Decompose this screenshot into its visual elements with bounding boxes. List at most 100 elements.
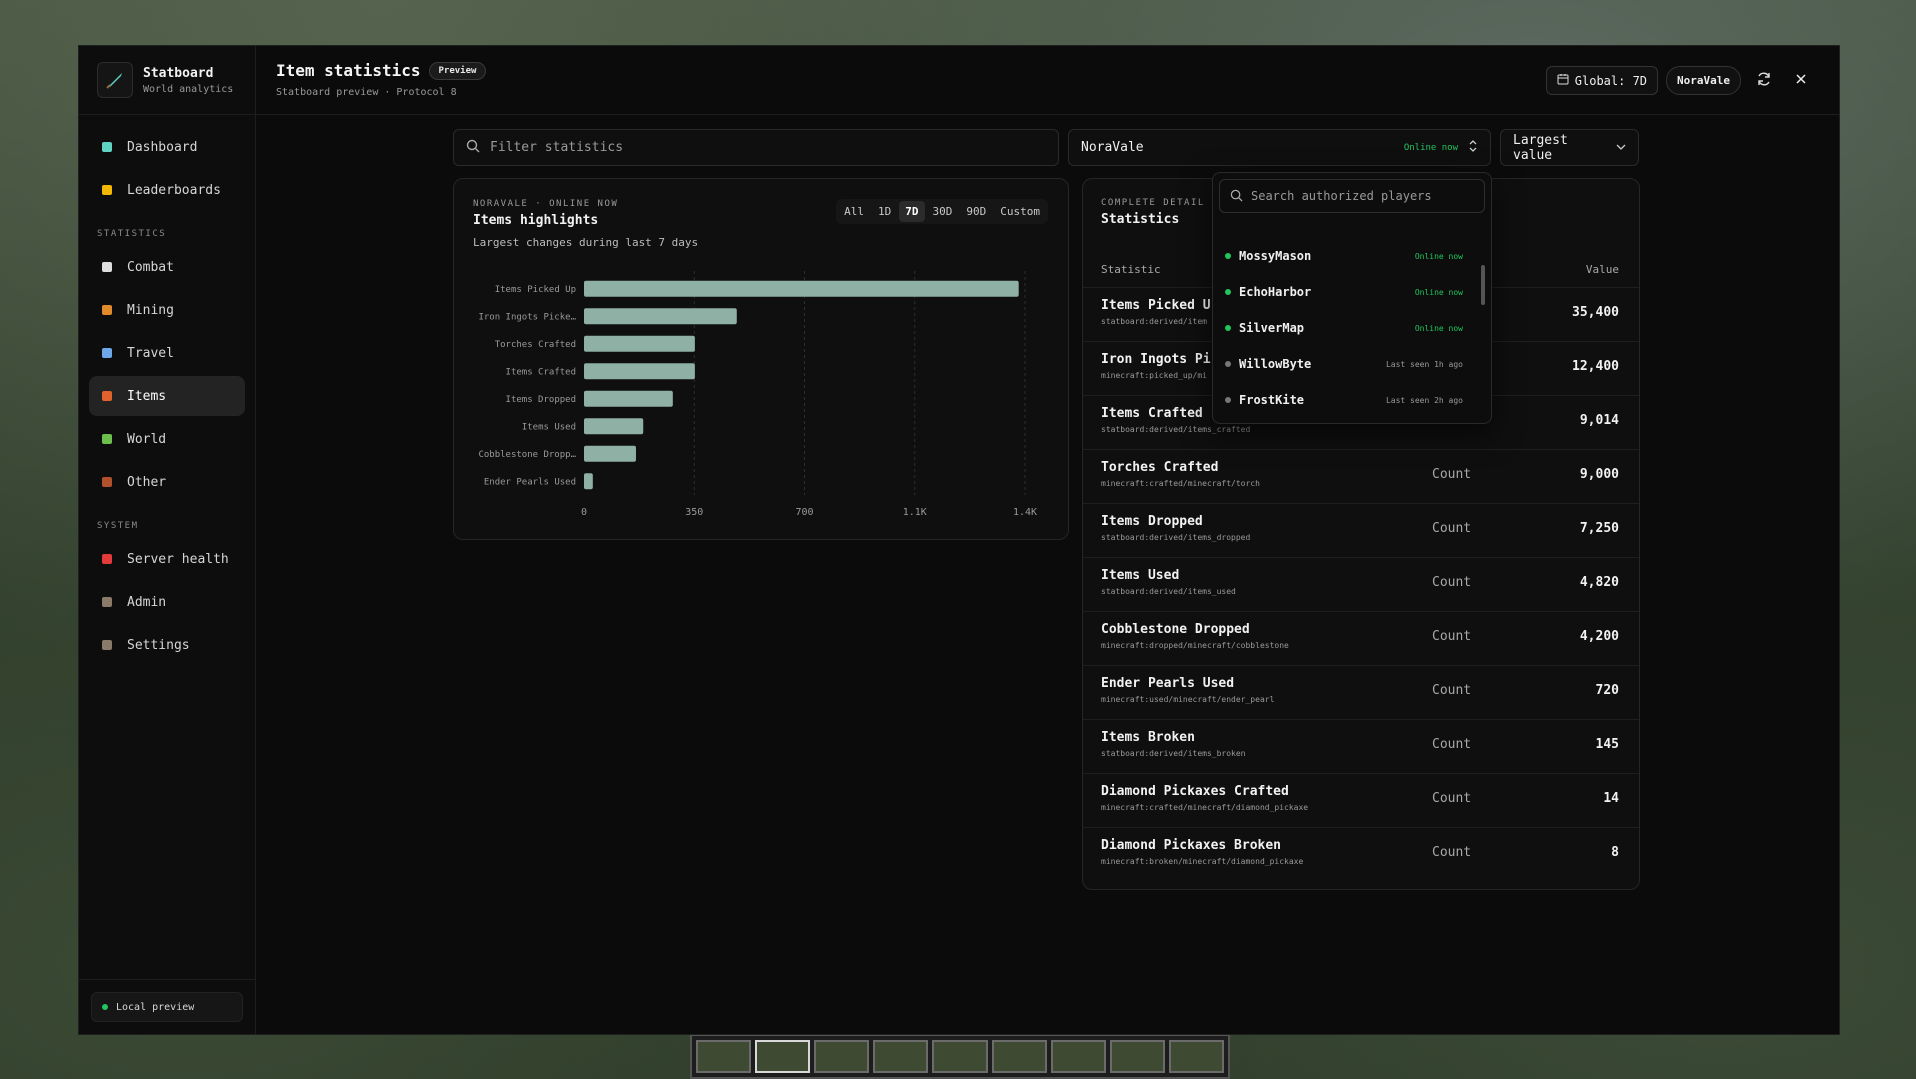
local-preview-indicator[interactable]: Local preview: [91, 992, 243, 1022]
stat-key: statboard:derived/items_used: [1101, 587, 1236, 596]
player-option[interactable]: FrostKite Last seen 2h ago: [1225, 385, 1463, 415]
player-search-input[interactable]: [1251, 189, 1484, 203]
table-row[interactable]: Torches Crafted minecraft:crafted/minecra…: [1083, 449, 1639, 503]
global-scope-button[interactable]: Global: 7D: [1545, 66, 1659, 95]
player-name: EchoHarbor: [1239, 285, 1312, 299]
stat-name: Items Picked U: [1101, 298, 1211, 313]
stat-key: minecraft:crafted/minecraft/torch: [1101, 479, 1260, 488]
statistics-section-heading: STATISTICS: [97, 229, 167, 239]
sidebar-nav: Dashboard Leaderboards STATISTICS Combat Min…: [79, 115, 255, 680]
preview-badge: Preview: [428, 61, 487, 80]
stat-value: 9,000: [1579, 467, 1619, 482]
status-dot: [102, 1004, 108, 1010]
range-tab-all[interactable]: All: [838, 201, 870, 222]
stat-value: 720: [1595, 683, 1619, 698]
stat-unit: Count: [1432, 845, 1472, 860]
player-status: Online now: [1414, 287, 1463, 297]
table-row[interactable]: Diamond Pickaxes Broken minecraft:broken/…: [1083, 827, 1639, 881]
crossed-swords-icon: [99, 259, 115, 275]
sidebar-item-server-health[interactable]: Server health: [89, 539, 245, 579]
sidebar-item-dashboard[interactable]: Dashboard: [89, 127, 245, 167]
page-title: Item statistics: [276, 61, 421, 80]
sidebar-item-settings[interactable]: Settings: [89, 625, 245, 665]
range-tab-90d[interactable]: 90D: [960, 201, 992, 222]
sidebar-item-label: Server health: [127, 551, 229, 567]
stat-key: statboard:derived/items_crafted: [1101, 425, 1251, 434]
table-row[interactable]: Items Dropped statboard:derived/items_dro…: [1083, 503, 1639, 557]
bar[interactable]: [584, 445, 636, 462]
stat-name: Ender Pearls Used: [1101, 676, 1235, 691]
player-select[interactable]: NoraVale Online now: [1068, 129, 1491, 166]
sidebar-item-items[interactable]: Items: [89, 376, 245, 416]
stat-value: 145: [1595, 737, 1619, 752]
player-search-field[interactable]: [1219, 179, 1485, 213]
stat-name: Iron Ingots Pi: [1101, 352, 1211, 367]
stat-value: 8: [1611, 845, 1619, 860]
column-header-value[interactable]: Value: [1586, 263, 1619, 276]
refresh-button[interactable]: [1749, 66, 1778, 95]
stat-key: statboard:derived/item: [1101, 317, 1207, 326]
range-tab-7d[interactable]: 7D: [899, 201, 925, 222]
table-row[interactable]: Diamond Pickaxes Crafted minecraft:crafte…: [1083, 773, 1639, 827]
items-highlights-card: NORAVALE · ONLINE NOW Items highlights L…: [453, 178, 1069, 540]
sidebar-item-label: Items: [127, 388, 167, 404]
highlights-bar-chart: 0 350 700 1.1K 1.4K Items Picked Up Iron Ingot…: [478, 271, 1037, 518]
category-label: Ender Pearls Used: [484, 477, 576, 487]
sort-select[interactable]: Largest value: [1500, 129, 1639, 166]
x-tick-label: 700: [795, 507, 813, 518]
sidebar-item-mining[interactable]: Mining: [89, 290, 245, 330]
search-icon: [466, 138, 480, 157]
search-icon: [1230, 187, 1243, 206]
range-tab-custom[interactable]: Custom: [994, 201, 1046, 222]
filter-statistics-input[interactable]: [490, 140, 1058, 155]
game-hotbar: [690, 1034, 1230, 1079]
table-row[interactable]: Ender Pearls Used minecraft:used/minecraf…: [1083, 665, 1639, 719]
stat-unit: Count: [1432, 629, 1472, 644]
sidebar-item-world[interactable]: World: [89, 419, 245, 459]
sidebar-item-leaderboards[interactable]: Leaderboards: [89, 170, 245, 210]
table-row[interactable]: Items Broken statboard:derived/items_brok…: [1083, 719, 1639, 773]
stat-value: 9,014: [1579, 413, 1619, 428]
player-option[interactable]: EchoHarbor Online now: [1225, 277, 1463, 307]
bar[interactable]: [584, 308, 737, 325]
sidebar-item-admin[interactable]: Admin: [89, 582, 245, 622]
column-header-statistic[interactable]: Statistic: [1101, 263, 1161, 276]
stat-name: Items Crafted: [1101, 406, 1203, 421]
player-option[interactable]: SilverMap Online now: [1225, 313, 1463, 343]
x-tick-label: 350: [685, 507, 703, 518]
stat-key: minecraft:picked_up/mi: [1101, 371, 1207, 380]
sidebar: Statboard World analytics Dashboard Leade…: [79, 46, 256, 1034]
current-user-pill[interactable]: NoraVale: [1666, 66, 1741, 95]
stat-unit: Count: [1432, 737, 1472, 752]
player-option[interactable]: MossyMason Online now: [1225, 241, 1463, 271]
bar[interactable]: [584, 363, 695, 380]
page-subtitle: Statboard preview · Protocol 8: [276, 87, 457, 98]
range-tab-30d[interactable]: 30D: [927, 201, 959, 222]
bar[interactable]: [584, 280, 1019, 297]
category-label: Items Crafted: [506, 367, 576, 377]
player-option[interactable]: WillowByte Last seen 1h ago: [1225, 349, 1463, 379]
refresh-icon: [1756, 71, 1772, 91]
x-tick-label: 0: [581, 507, 587, 518]
bar[interactable]: [584, 335, 695, 352]
chevron-down-icon: [1616, 140, 1626, 155]
category-label: Items Picked Up: [495, 285, 576, 295]
bar[interactable]: [584, 390, 673, 407]
bar[interactable]: [584, 473, 593, 490]
filter-statistics-field[interactable]: [453, 129, 1059, 166]
sort-select-value: Largest value: [1513, 132, 1568, 163]
bar[interactable]: [584, 418, 644, 435]
table-row[interactable]: Cobblestone Dropped minecraft:dropped/min…: [1083, 611, 1639, 665]
stat-unit: Count: [1432, 467, 1472, 482]
boots-icon: [99, 345, 115, 361]
range-tab-1d[interactable]: 1D: [872, 201, 897, 222]
sidebar-item-other[interactable]: Other: [89, 462, 245, 502]
sidebar-item-travel[interactable]: Travel: [89, 333, 245, 373]
dropdown-scrollbar[interactable]: [1481, 265, 1485, 305]
table-row[interactable]: Items Used statboard:derived/items_used Co…: [1083, 557, 1639, 611]
sidebar-item-combat[interactable]: Combat: [89, 247, 245, 287]
stat-unit: Count: [1432, 575, 1472, 590]
app-subtitle: World analytics: [143, 83, 234, 95]
stat-key: minecraft:broken/minecraft/diamond_picka…: [1101, 857, 1304, 866]
close-button[interactable]: [1786, 66, 1815, 95]
